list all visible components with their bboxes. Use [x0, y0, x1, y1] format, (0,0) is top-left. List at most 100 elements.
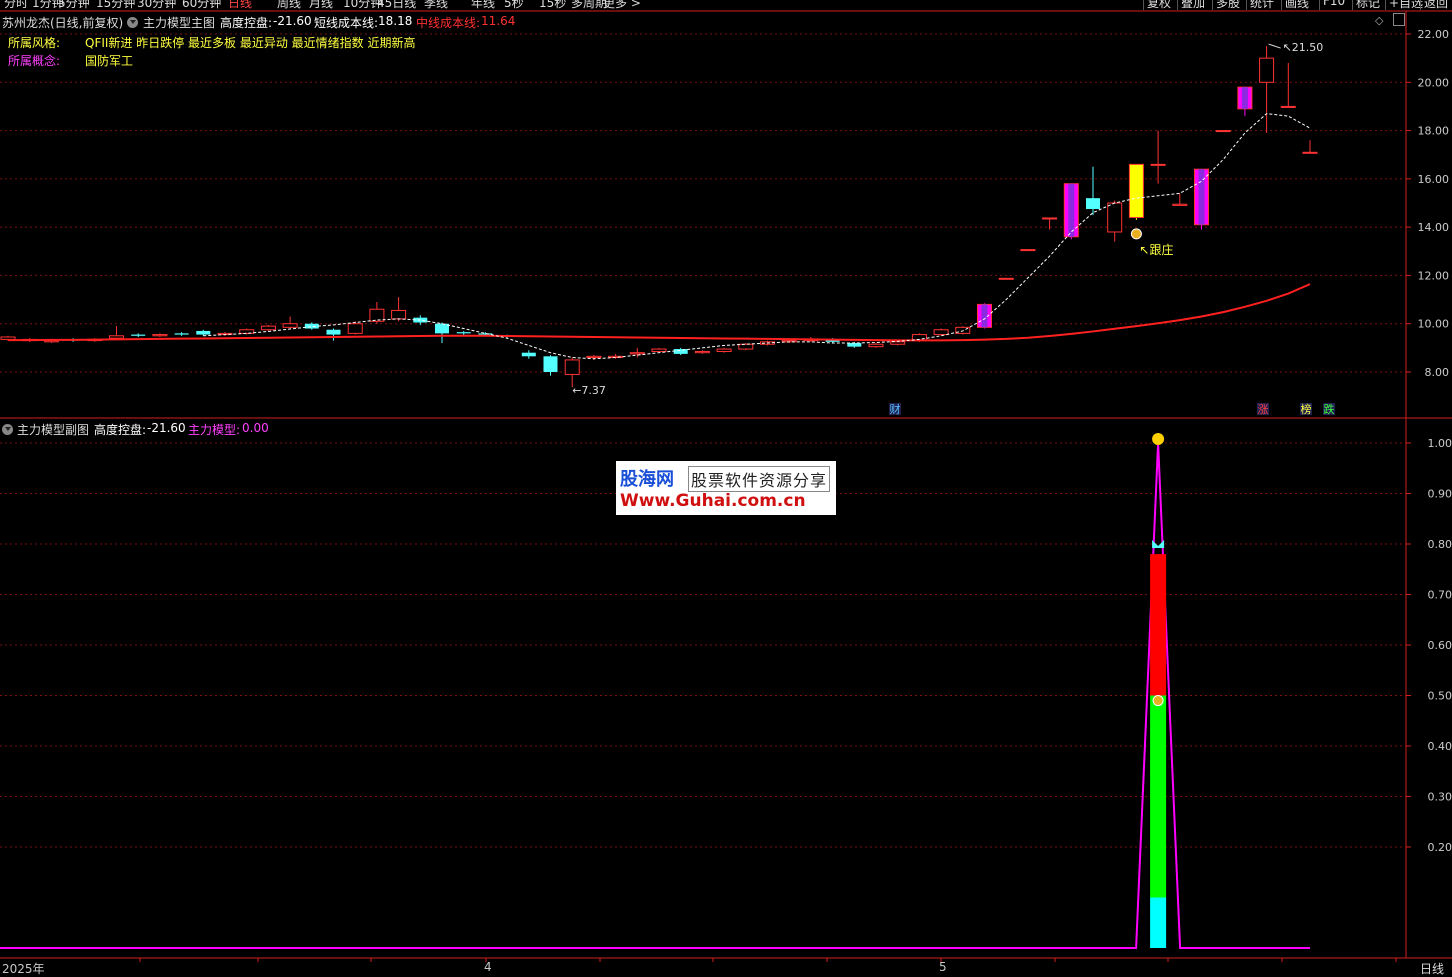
- candle-body: [327, 330, 341, 335]
- candle-body: [652, 349, 666, 351]
- candle: [1021, 250, 1035, 251]
- candle: [739, 343, 753, 350]
- sub-y-tick-label: 0.60: [1428, 639, 1452, 652]
- candle-body: [305, 324, 319, 329]
- follow-marker-label: ↖跟庄: [1139, 242, 1173, 257]
- candle: [1043, 218, 1057, 230]
- candle: [196, 330, 210, 336]
- low-price-label: ←7.37: [572, 384, 606, 397]
- candle: [392, 297, 406, 321]
- y-tick-label: 18.00: [1418, 125, 1450, 138]
- watermark-url: Www.Guhai.com.cn: [620, 491, 806, 511]
- candle: [1238, 87, 1252, 116]
- x-axis-label-month-4: 4: [484, 960, 492, 974]
- candle-body: [999, 278, 1013, 279]
- candle: [131, 333, 145, 337]
- candle: [674, 348, 688, 355]
- candle: [695, 350, 709, 354]
- candle: [869, 343, 883, 348]
- candle-body: [587, 356, 601, 357]
- badge-cai: 财: [890, 402, 901, 416]
- candle-body: [240, 330, 254, 334]
- candle: [240, 329, 254, 335]
- candle-body: [891, 342, 905, 344]
- watermark-banner: 股海网 股票软件资源分享 Www.Guhai.com.cn: [616, 461, 836, 515]
- candle: [565, 358, 579, 388]
- candle: [1086, 167, 1100, 215]
- money-bag-icon: [1131, 229, 1141, 239]
- candle-body: [261, 326, 275, 330]
- candle-body: [196, 331, 210, 335]
- sub-indicator-dropdown-icon[interactable]: [2, 422, 13, 436]
- model-label: 主力模型:: [188, 421, 240, 438]
- sub-y-tick-label: 0.70: [1428, 589, 1452, 602]
- candle-body: [1108, 203, 1122, 232]
- candle: [1064, 184, 1078, 240]
- candle: [435, 323, 449, 344]
- sub-y-tick-label: 0.40: [1428, 740, 1452, 753]
- candle: [999, 278, 1013, 279]
- badge-zhang: 涨: [1258, 403, 1269, 416]
- candle-body: [522, 353, 536, 357]
- sub-high-control-label: 高度控盘:: [94, 421, 146, 438]
- candle-body: [674, 349, 688, 354]
- candle-body: [869, 344, 883, 346]
- candle-core: [1199, 169, 1205, 225]
- candle-body: [131, 335, 145, 336]
- model-bar-segment: [1150, 554, 1166, 695]
- x-axis-label-month-5: 5: [939, 960, 947, 974]
- model-value: 0.00: [242, 421, 269, 435]
- candle-body: [565, 360, 579, 374]
- candle-body: [435, 324, 449, 334]
- candle-body: [717, 349, 731, 351]
- candle: [1260, 46, 1274, 133]
- candle-body: [1173, 204, 1187, 205]
- candle: [1173, 193, 1187, 205]
- candle-body: [1281, 106, 1295, 107]
- candle: [956, 326, 970, 334]
- smile-icon: [1152, 433, 1164, 445]
- candle-body: [1, 337, 15, 339]
- candle-core: [1242, 87, 1248, 109]
- candle-body: [110, 336, 124, 338]
- sub-money-bag-icon: [1153, 696, 1163, 706]
- candle: [1129, 164, 1143, 220]
- badge-die: 跌: [1324, 402, 1335, 416]
- candle: [327, 329, 341, 341]
- candle-body: [457, 332, 471, 333]
- candle-body: [283, 324, 297, 328]
- y-tick-label: 20.00: [1418, 76, 1450, 89]
- candle: [1108, 201, 1122, 242]
- candle: [261, 325, 275, 331]
- candle-body: [1043, 218, 1057, 219]
- sub-y-tick-label: 0.90: [1428, 488, 1452, 501]
- candle-body: [348, 324, 362, 334]
- candle-body: [1086, 198, 1100, 209]
- candle-core: [1068, 184, 1074, 237]
- candle-body: [175, 333, 189, 334]
- candle-body: [1151, 164, 1165, 165]
- candle: [522, 350, 536, 358]
- candle: [370, 302, 384, 324]
- candle-body: [847, 343, 861, 347]
- candle: [175, 332, 189, 336]
- sub-y-tick-label: 1.00: [1428, 437, 1452, 450]
- watermark-brand: 股海网: [620, 465, 674, 491]
- candle: [153, 333, 167, 337]
- high-marker-arrow: [1269, 44, 1281, 48]
- candle: [1151, 131, 1165, 184]
- candle-body: [934, 330, 948, 335]
- sub-indicator-name[interactable]: 主力模型副图: [17, 421, 89, 438]
- candle-body: [1129, 164, 1143, 217]
- y-tick-label: 16.00: [1418, 173, 1450, 186]
- sub-high-control-value: -21.60: [147, 421, 186, 435]
- candle: [717, 348, 731, 353]
- candle: [1216, 131, 1230, 132]
- period-tag[interactable]: 日线: [1420, 960, 1444, 977]
- candle: [1303, 140, 1317, 153]
- y-tick-label: 22.00: [1418, 28, 1450, 41]
- candle-body: [544, 356, 558, 372]
- model-bar-segment: [1150, 696, 1166, 898]
- candle: [110, 326, 124, 339]
- candle-body: [153, 335, 167, 336]
